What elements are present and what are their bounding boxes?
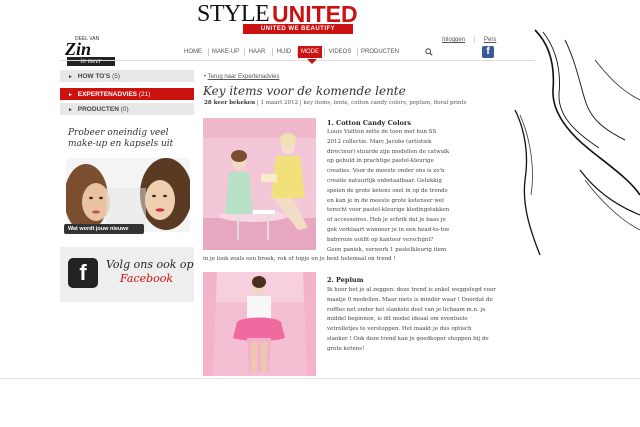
nav-home[interactable]: HOME — [180, 46, 206, 58]
sidebar-item-expertenadvies[interactable]: ► EXPERTENADVIES (21) — [60, 88, 194, 101]
back-to-expertenadvies-link[interactable]: Terug naar Expertenadvies — [208, 74, 280, 80]
section-line: babyroze outfit op kantoor verschijnt? — [327, 236, 434, 243]
brand-united-text: UNITED — [272, 1, 358, 27]
footer-divider — [0, 378, 640, 379]
section-line: Louis Vuitton zette de toon met hun SS — [327, 129, 437, 135]
facebook-icon[interactable]: f — [482, 46, 494, 58]
nav-make-up[interactable]: MAKE-UP — [209, 46, 242, 58]
brand-tagline: UNITED WE BEAUTIFY — [243, 24, 353, 34]
brand-style-text: STYLE — [197, 1, 270, 27]
login-link[interactable]: Inloggen — [442, 37, 465, 43]
nav-huid[interactable]: HUID — [273, 46, 295, 58]
section-line: in je look zoals een broek, rok of topje… — [203, 256, 396, 262]
sidebar-item-count: (21) — [138, 91, 151, 98]
nav-underline — [60, 60, 535, 61]
stylunited-logo[interactable]: STYLE UNITED UNITED WE BEAUTIFY — [197, 1, 363, 34]
section-line: 2012 collectie. Marc Jacobs (artistiek — [327, 138, 432, 145]
article-title: Key items voor de komende lente — [203, 84, 406, 98]
section-line: slanker ! Ook deze trend kan je goedkope… — [327, 335, 489, 342]
sidebar-item-count: (5) — [112, 73, 121, 80]
section-line: of accessoires. Heb je schrik dat je baa… — [327, 217, 446, 224]
section-line: vetrolletjes te verstoppen. Het maakt je… — [327, 326, 472, 333]
section-line: directeur) stuurde zijn modellen de catw… — [327, 148, 450, 155]
article-meta-text: | 1 maart 2012 | key items, lente, cotto… — [255, 100, 467, 106]
arrow-right-icon: ► — [68, 92, 73, 98]
section-heading: 1. Cotton Candy Colors — [327, 119, 411, 127]
section-body: Ik hoor het je al zeggen: deze trend is … — [327, 286, 499, 355]
section-line: terecht voor pastel-kleurige kledingstuk… — [327, 207, 450, 214]
top-links-separator: | — [474, 37, 476, 43]
facebook-promo-title: Volg ons ook op — [106, 258, 194, 271]
sidebar-item-label: HOW TO'S — [77, 73, 111, 80]
sidebar-item-producten[interactable]: ► PRODUCTEN (0) — [60, 103, 194, 116]
zin-in-meer-logo[interactable]: DEEL VAN Zin in meer — [61, 36, 115, 66]
section-line: middel beginnen, is dit model ideaal om … — [327, 316, 468, 323]
article-meta: 28 keer bekeken | 1 maart 2012 | key ite… — [204, 100, 494, 107]
nav-mode[interactable]: MODE — [298, 46, 322, 58]
section-line: maatje 0 modellen. Maar niets is minder … — [327, 296, 493, 303]
section-line: creaties. Voor de meeste onder ons is zo… — [327, 168, 445, 175]
nav-producten[interactable]: PRODUCTEN — [358, 46, 402, 58]
section-line: Ik hoor het je al zeggen: deze trend is … — [327, 287, 496, 293]
view-count: 28 keer bekeken — [204, 100, 256, 106]
sidebar-item-how-tos[interactable]: ► HOW TO'S (5) — [60, 70, 194, 83]
section-line: gek verklaart wanneer je in een head-to-… — [327, 226, 450, 233]
nav-videos[interactable]: VIDEOS — [325, 46, 355, 58]
section-body: Louis Vuitton zette de toon met hun SS 2… — [327, 128, 499, 255]
makeover-cta-button[interactable]: Wat wordt jouw nieuwe look? — [64, 224, 144, 242]
arrow-right-icon: ► — [68, 74, 73, 80]
fashion-sketch-decoration — [514, 29, 640, 256]
section-heading: 2. Peplum — [327, 276, 364, 284]
section-line: grote ketens! — [327, 345, 365, 352]
sidebar-item-label: PRODUCTEN — [77, 106, 119, 113]
makeover-promo[interactable]: Probeer oneindig veel make-up en kapsels… — [60, 126, 194, 236]
section-line: Geen paniek, verwerk 1 pastelkleurig ite… — [327, 246, 447, 253]
makeover-faces-image — [66, 158, 190, 232]
cotton-candy-photo[interactable] — [203, 118, 316, 250]
makeover-promo-text: Probeer oneindig veel make-up en kapsels… — [68, 128, 174, 149]
facebook-promo-sub: Facebook — [120, 272, 174, 285]
peplum-photo[interactable] — [203, 272, 316, 376]
logo-zin-text: Zin — [65, 39, 92, 59]
section-line: creatie natuurlijk onbetaalbaar. Gelukki… — [327, 177, 442, 184]
page: STYLE UNITED UNITED WE BEAUTIFY DEEL VAN… — [0, 0, 640, 427]
facebook-icon: f — [68, 258, 98, 288]
breadcrumb: • Terug naar Expertenadvies — [204, 74, 279, 80]
arrow-right-icon: ► — [68, 107, 73, 113]
section-line: ruffles net onder het slankste deel van … — [327, 306, 486, 313]
facebook-promo[interactable]: f Volg ons ook op Facebook — [60, 247, 194, 302]
section-line: en kan je in de meeste grote ketenser we… — [327, 197, 444, 204]
section-line: op gehuld in prachtige pastel-kleurige — [327, 158, 434, 165]
nav-active-arrow — [307, 59, 317, 64]
logo-bar-text: in meer — [67, 57, 115, 66]
sidebar-item-label: EXPERTENADVIES — [77, 91, 138, 98]
search-icon[interactable] — [425, 48, 433, 56]
sidebar-item-count: (0) — [120, 106, 129, 113]
section-line: spelen de grote ketens snel in op de tre… — [327, 187, 448, 194]
nav-haar[interactable]: HAAR — [245, 46, 269, 58]
